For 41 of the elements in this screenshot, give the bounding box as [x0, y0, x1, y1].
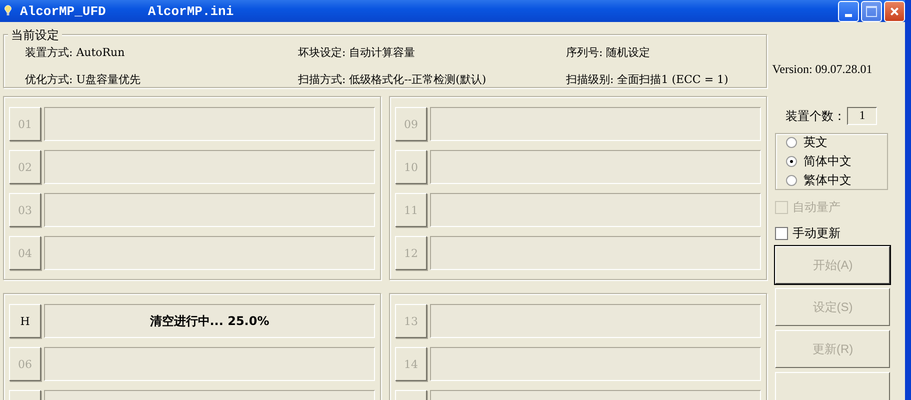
port-button[interactable]: 11 [395, 193, 427, 227]
radio-button[interactable] [786, 137, 798, 148]
radio-label: 繁体中文 [803, 172, 852, 189]
setting-text: 序列号: 随机设定 [566, 45, 652, 60]
group-title: 当前设定 [8, 27, 62, 44]
setting-text: 扫描级别: 全面扫描1 (ECC = 1) [566, 72, 730, 87]
minimize-button[interactable] [838, 0, 859, 22]
checkbox[interactable] [775, 227, 788, 240]
port-button[interactable]: 01 [9, 107, 41, 141]
device-count-field: 1 [847, 107, 878, 125]
port-button[interactable]: 12 [395, 236, 427, 270]
checkbox-label: 手动更新 [792, 225, 840, 242]
radio-label: 英文 [803, 134, 828, 151]
window-title: AlcorMP_UFD [20, 4, 106, 18]
port-button[interactable]: 02 [9, 150, 41, 184]
close-button[interactable] [884, 0, 905, 22]
checkbox-label: 自动量产 [792, 199, 840, 216]
port-button[interactable]: 06 [9, 347, 41, 381]
port-button[interactable]: 04 [9, 236, 41, 270]
port-button[interactable]: 09 [395, 107, 427, 141]
maximize-button[interactable] [861, 0, 882, 22]
port-button[interactable]: 13 [395, 304, 427, 338]
radio-button[interactable] [786, 156, 798, 167]
bulb-icon [4, 5, 12, 17]
file-name: AlcorMP.ini [148, 4, 234, 18]
port-button[interactable] [9, 390, 41, 400]
port-button[interactable]: 03 [9, 193, 41, 227]
setting-text: 优化方式: U盘容量优先 [25, 72, 142, 87]
version-text: Version: 09.07.28.01 [772, 62, 874, 77]
status-field: 清空进行中... 25.0% [44, 304, 375, 338]
setting-text: 装置方式: AutoRun [25, 45, 126, 60]
setting-text: 扫描方式: 低级格式化--正常检测(默认) [298, 72, 488, 87]
setting-text: 坏块设定: 自动计算容量 [298, 45, 416, 60]
port-button[interactable]: H [9, 304, 41, 338]
close-icon [889, 6, 900, 16]
radio-label: 简体中文 [803, 153, 852, 170]
port-button[interactable]: 14 [395, 347, 427, 381]
radio-button[interactable] [786, 175, 798, 186]
device-count-label: 装置个数： [785, 108, 846, 124]
port-button[interactable] [395, 390, 427, 400]
port-button[interactable]: 10 [395, 150, 427, 184]
